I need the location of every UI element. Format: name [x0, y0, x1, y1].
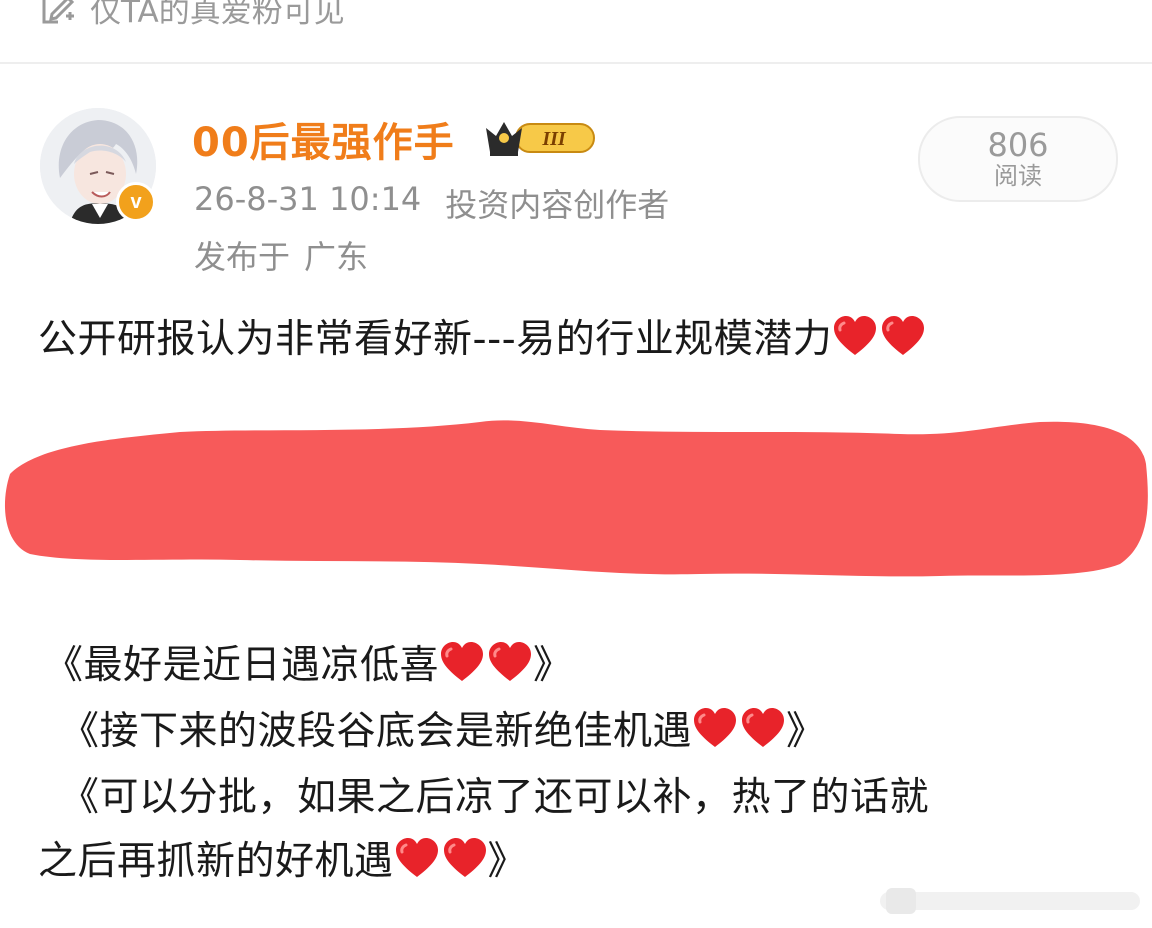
quote-1-text: 《最好是近日遇凉低喜: [44, 643, 440, 688]
heart-emoji-pair: [832, 315, 926, 357]
red-heart-icon: [439, 641, 485, 683]
red-heart-icon: [880, 315, 926, 357]
watermark-blur: [880, 888, 1140, 914]
post-location: 发布于 广东: [194, 232, 368, 278]
heart-emoji-pair: [692, 707, 786, 749]
quote-line-1: 《最好是近日遇凉低喜 》: [44, 634, 573, 690]
redaction-scribble: [4, 420, 1148, 577]
read-count-pill: 806 阅读: [918, 116, 1118, 202]
location-value: 广东: [304, 238, 369, 276]
quote-1-end: 》: [533, 643, 573, 688]
level-badge-text: III: [541, 128, 567, 150]
post-text-line-1: 公开研报认为非常看好新---易的行业规模潜力: [38, 308, 926, 364]
author-avatar-container[interactable]: v: [40, 108, 156, 224]
quote-line-3b: 之后再抓新的好机遇 》: [38, 830, 527, 886]
quote-line-3a: 《可以分批，如果之后凉了还可以补，热了的话就: [60, 766, 929, 822]
author-name[interactable]: 00后最强作手: [192, 110, 455, 168]
visibility-banner: 仅TA的真爱粉可见: [38, 0, 345, 32]
header-divider: [0, 62, 1152, 64]
post-timestamp: 26-8-31 10:14: [194, 180, 422, 218]
pen-lock-icon: [42, 0, 75, 24]
weibo-post-page: 仅TA的真爱粉可见 v 00后最强作手 III 26-8-31 10:14 投资…: [0, 0, 1152, 928]
red-heart-icon: [394, 837, 440, 879]
quote-3-text-b: 之后再抓新的好机遇: [38, 839, 394, 884]
location-prefix: 发布于: [194, 238, 291, 276]
red-heart-icon: [740, 707, 786, 749]
crown-level-badge-icon[interactable]: III: [482, 114, 598, 160]
red-heart-icon: [692, 707, 738, 749]
visibility-text: 仅TA的真爱粉可见: [90, 0, 345, 30]
red-heart-icon: [832, 315, 878, 357]
quote-3-end: 》: [487, 839, 528, 884]
read-label: 阅读: [994, 162, 1042, 190]
quote-line-2: 《接下来的波段谷底会是新绝佳机遇 》: [60, 700, 826, 756]
v-verified-icon: v: [116, 182, 156, 222]
quote-2-end: 》: [786, 709, 826, 754]
quote-3-text-a: 《可以分批，如果之后凉了还可以补，热了的话就: [60, 775, 930, 820]
read-count: 806: [987, 126, 1049, 164]
author-role: 投资内容创作者: [445, 186, 670, 224]
heart-emoji-pair: [394, 837, 488, 879]
quote-2-text: 《接下来的波段谷底会是新绝佳机遇: [60, 709, 693, 754]
post-meta: 26-8-31 10:14 投资内容创作者: [194, 180, 669, 226]
heart-emoji-pair: [439, 641, 533, 683]
red-heart-icon: [487, 641, 533, 683]
red-heart-icon: [442, 837, 488, 879]
post-headline: 公开研报认为非常看好新---易的行业规模潜力: [38, 317, 833, 362]
